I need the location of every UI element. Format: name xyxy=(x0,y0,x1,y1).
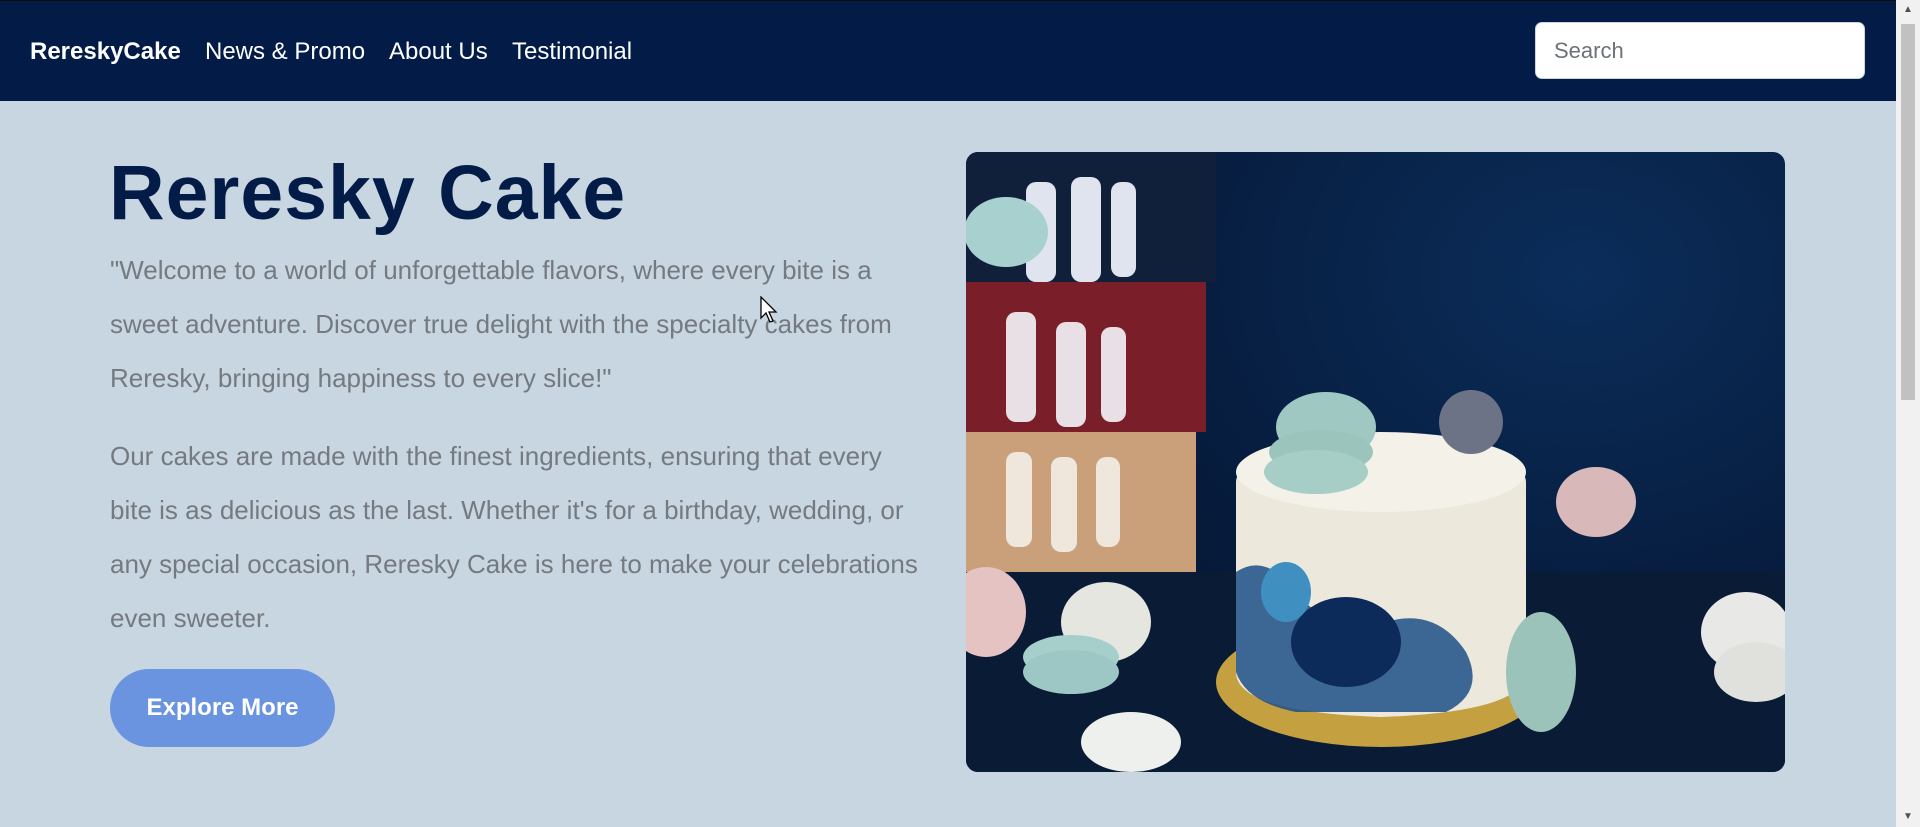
vertical-scrollbar[interactable]: ▲ ▼ xyxy=(1896,0,1920,827)
explore-more-button[interactable]: Explore More xyxy=(110,669,335,747)
brand-link[interactable]: RereskyCake xyxy=(30,38,181,66)
scroll-up-icon[interactable]: ▲ xyxy=(1896,0,1920,20)
nav-link-news-promo[interactable]: News & Promo xyxy=(205,38,365,66)
scroll-thumb[interactable] xyxy=(1901,24,1915,400)
search-input[interactable] xyxy=(1535,22,1865,79)
top-navbar: RereskyCake News & Promo About Us Testim… xyxy=(0,0,1896,101)
hero-description: Our cakes are made with the finest ingre… xyxy=(110,441,918,633)
nav-link-about-us[interactable]: About Us xyxy=(389,38,488,66)
cake-photo xyxy=(966,152,1785,772)
hero-title: Reresky Cake xyxy=(109,150,627,236)
scroll-down-icon[interactable]: ▼ xyxy=(1896,807,1920,827)
nav-link-testimonial[interactable]: Testimonial xyxy=(512,38,632,66)
hero-intro-quote: "Welcome to a world of unforgettable fla… xyxy=(110,255,892,393)
